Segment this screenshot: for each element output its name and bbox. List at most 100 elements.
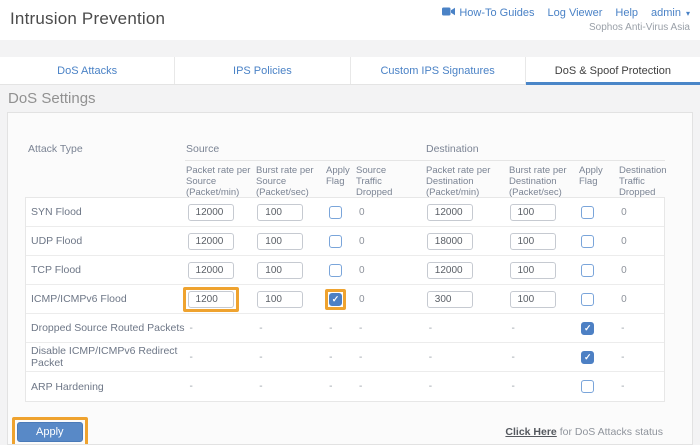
- icmp-icmpv6-flood-dst-traffic-dropped-value: 0: [621, 294, 627, 305]
- tab-dos-spoof-protection[interactable]: DoS & Spoof Protection: [526, 57, 700, 84]
- dos-attacks-status-note: Click Here for DoS Attacks status: [505, 426, 663, 438]
- apply-button[interactable]: Apply: [17, 422, 83, 442]
- syn-flood-src-packet-rate-input[interactable]: [188, 204, 234, 221]
- cell-src-apply-flag: [325, 198, 355, 226]
- syn-flood-src-traffic-dropped-value: 0: [359, 207, 365, 218]
- dropped-source-routed-packets-dst-traffic-dropped-value: -: [621, 323, 624, 334]
- udp-flood-src-traffic-dropped-value: 0: [359, 236, 365, 247]
- icmp-icmpv6-flood-dst-apply-flag-checkbox[interactable]: [581, 293, 594, 306]
- arp-hardening-dst-apply-flag-checkbox[interactable]: [581, 380, 594, 393]
- cell-dst-packet-rate: [425, 256, 508, 284]
- cell-src-packet-rate: [186, 256, 256, 284]
- tcp-flood-src-burst-rate-input[interactable]: [257, 262, 303, 279]
- syn-flood-dst-burst-rate-input[interactable]: [510, 204, 556, 221]
- highlight-box: [325, 289, 346, 310]
- tcp-flood-src-traffic-dropped-value: 0: [359, 265, 365, 276]
- udp-flood-dst-packet-rate-input[interactable]: [427, 233, 473, 250]
- cell-src-apply-flag: [325, 285, 355, 313]
- cell-src-burst-rate: -: [255, 343, 325, 371]
- attack-type-udp-flood: UDP Flood: [26, 227, 186, 255]
- dropped-source-routed-packets-dst-burst-rate-value: -: [512, 323, 515, 334]
- icmp-icmpv6-flood-src-burst-rate-input[interactable]: [257, 291, 303, 308]
- note-suffix: for DoS Attacks status: [557, 426, 663, 438]
- tcp-flood-src-apply-flag-checkbox[interactable]: [329, 264, 342, 277]
- cell-dst-packet-rate: -: [425, 372, 508, 401]
- udp-flood-src-burst-rate-input[interactable]: [257, 233, 303, 250]
- dropped-source-routed-packets-src-traffic-dropped-value: -: [359, 323, 362, 334]
- table-row-udp-flood: UDP Flood00: [26, 227, 664, 256]
- cell-dst-traffic-dropped: -: [617, 372, 664, 401]
- cell-src-apply-flag: [325, 256, 355, 284]
- udp-flood-src-apply-flag-checkbox[interactable]: [329, 235, 342, 248]
- highlight-box: [183, 287, 239, 312]
- cell-src-burst-rate: [255, 227, 325, 255]
- cell-dst-apply-flag: [577, 314, 617, 342]
- tab-ips-policies[interactable]: IPS Policies: [175, 57, 350, 84]
- attack-type-tcp-flood: TCP Flood: [26, 256, 186, 284]
- table-row-tcp-flood: TCP Flood 0 0: [26, 256, 664, 285]
- attack-type-disable-icmp-icmpv6-redirect-packet: Disable ICMP/ICMPv6 Redirect Packet: [26, 343, 186, 371]
- header-link-admin[interactable]: admin▾: [651, 7, 690, 19]
- cell-dst-traffic-dropped: 0: [617, 256, 664, 284]
- footer-row: Apply Click Here for DoS Attacks status: [12, 417, 663, 445]
- disable-icmp-icmpv6-redirect-packet-src-apply-flag-value: -: [329, 352, 332, 363]
- tcp-flood-src-packet-rate-input[interactable]: [188, 262, 234, 279]
- tab-custom-ips-signatures[interactable]: Custom IPS Signatures: [351, 57, 526, 84]
- icmp-icmpv6-flood-src-packet-rate-input[interactable]: [188, 291, 234, 308]
- udp-flood-dst-burst-rate-input[interactable]: [510, 233, 556, 250]
- cell-src-packet-rate: -: [186, 372, 256, 401]
- tcp-flood-dst-apply-flag-checkbox[interactable]: [581, 264, 594, 277]
- org-name: Sophos Anti-Virus Asia: [442, 22, 690, 33]
- cell-src-packet-rate: [186, 227, 256, 255]
- header-link-how-to-guides[interactable]: How-To Guides: [442, 7, 534, 19]
- header-link-log-viewer[interactable]: Log Viewer: [548, 7, 603, 19]
- header-link-label: admin: [651, 7, 681, 19]
- icmp-icmpv6-flood-dst-packet-rate-input[interactable]: [427, 291, 473, 308]
- table-row-icmp-icmpv6-flood: ICMP/ICMPv6 Flood00: [26, 285, 664, 314]
- cell-src-traffic-dropped: 0: [355, 285, 425, 313]
- table-group-header: Attack Type Source Destination: [25, 143, 665, 156]
- cell-src-traffic-dropped: -: [355, 343, 425, 371]
- disable-icmp-icmpv6-redirect-packet-dst-apply-flag-checkbox[interactable]: [581, 351, 594, 364]
- header-link-label: How-To Guides: [459, 7, 534, 19]
- table-row-dropped-source-routed-packets: Dropped Source Routed Packets-------: [26, 314, 664, 343]
- arp-hardening-src-burst-rate-value: -: [259, 381, 262, 392]
- dropped-source-routed-packets-dst-apply-flag-checkbox[interactable]: [581, 322, 594, 335]
- dos-settings-panel: Attack Type Source Destination Packet ra…: [7, 112, 693, 445]
- video-icon: [442, 7, 455, 19]
- syn-flood-src-burst-rate-input[interactable]: [257, 204, 303, 221]
- cell-src-apply-flag: -: [325, 343, 355, 371]
- column-group-source: Source: [185, 143, 425, 156]
- tab-dos-attacks[interactable]: DoS Attacks: [0, 57, 175, 84]
- arp-hardening-src-apply-flag-value: -: [329, 381, 332, 392]
- column-header-dst-traffic-dropped: Destination Traffic Dropped: [618, 160, 665, 197]
- cell-dst-packet-rate: -: [425, 314, 508, 342]
- syn-flood-src-apply-flag-checkbox[interactable]: [329, 206, 342, 219]
- syn-flood-dst-apply-flag-checkbox[interactable]: [581, 206, 594, 219]
- udp-flood-src-packet-rate-input[interactable]: [188, 233, 234, 250]
- udp-flood-dst-apply-flag-checkbox[interactable]: [581, 235, 594, 248]
- syn-flood-dst-packet-rate-input[interactable]: [427, 204, 473, 221]
- disable-icmp-icmpv6-redirect-packet-dst-burst-rate-value: -: [512, 352, 515, 363]
- cell-dst-apply-flag: [577, 227, 617, 255]
- click-here-link[interactable]: Click Here: [505, 426, 556, 438]
- top-bar: Intrusion Prevention How-To GuidesLog Vi…: [0, 0, 700, 40]
- icmp-icmpv6-flood-dst-burst-rate-input[interactable]: [510, 291, 556, 308]
- tcp-flood-dst-burst-rate-input[interactable]: [510, 262, 556, 279]
- header-links: How-To Guides Log Viewer Help admin▾: [442, 7, 690, 19]
- cell-src-apply-flag: -: [325, 372, 355, 401]
- cell-src-burst-rate: [255, 198, 325, 226]
- header-link-help[interactable]: Help: [615, 7, 638, 19]
- icmp-icmpv6-flood-src-traffic-dropped-value: 0: [359, 294, 365, 305]
- tcp-flood-dst-packet-rate-input[interactable]: [427, 262, 473, 279]
- header-link-label: Log Viewer: [548, 7, 603, 19]
- cell-dst-packet-rate: [425, 227, 508, 255]
- column-header-attack-type: Attack Type: [25, 143, 185, 156]
- icmp-icmpv6-flood-src-apply-flag-checkbox[interactable]: [329, 293, 342, 306]
- disable-icmp-icmpv6-redirect-packet-dst-packet-rate-value: -: [429, 352, 432, 363]
- cell-dst-burst-rate: -: [508, 314, 578, 342]
- column-header-dst-packet-rate: Packet rate per Destination (Packet/min): [425, 160, 508, 197]
- disable-icmp-icmpv6-redirect-packet-src-burst-rate-value: -: [259, 352, 262, 363]
- column-group-destination: Destination: [425, 143, 665, 156]
- cell-src-burst-rate: [255, 256, 325, 284]
